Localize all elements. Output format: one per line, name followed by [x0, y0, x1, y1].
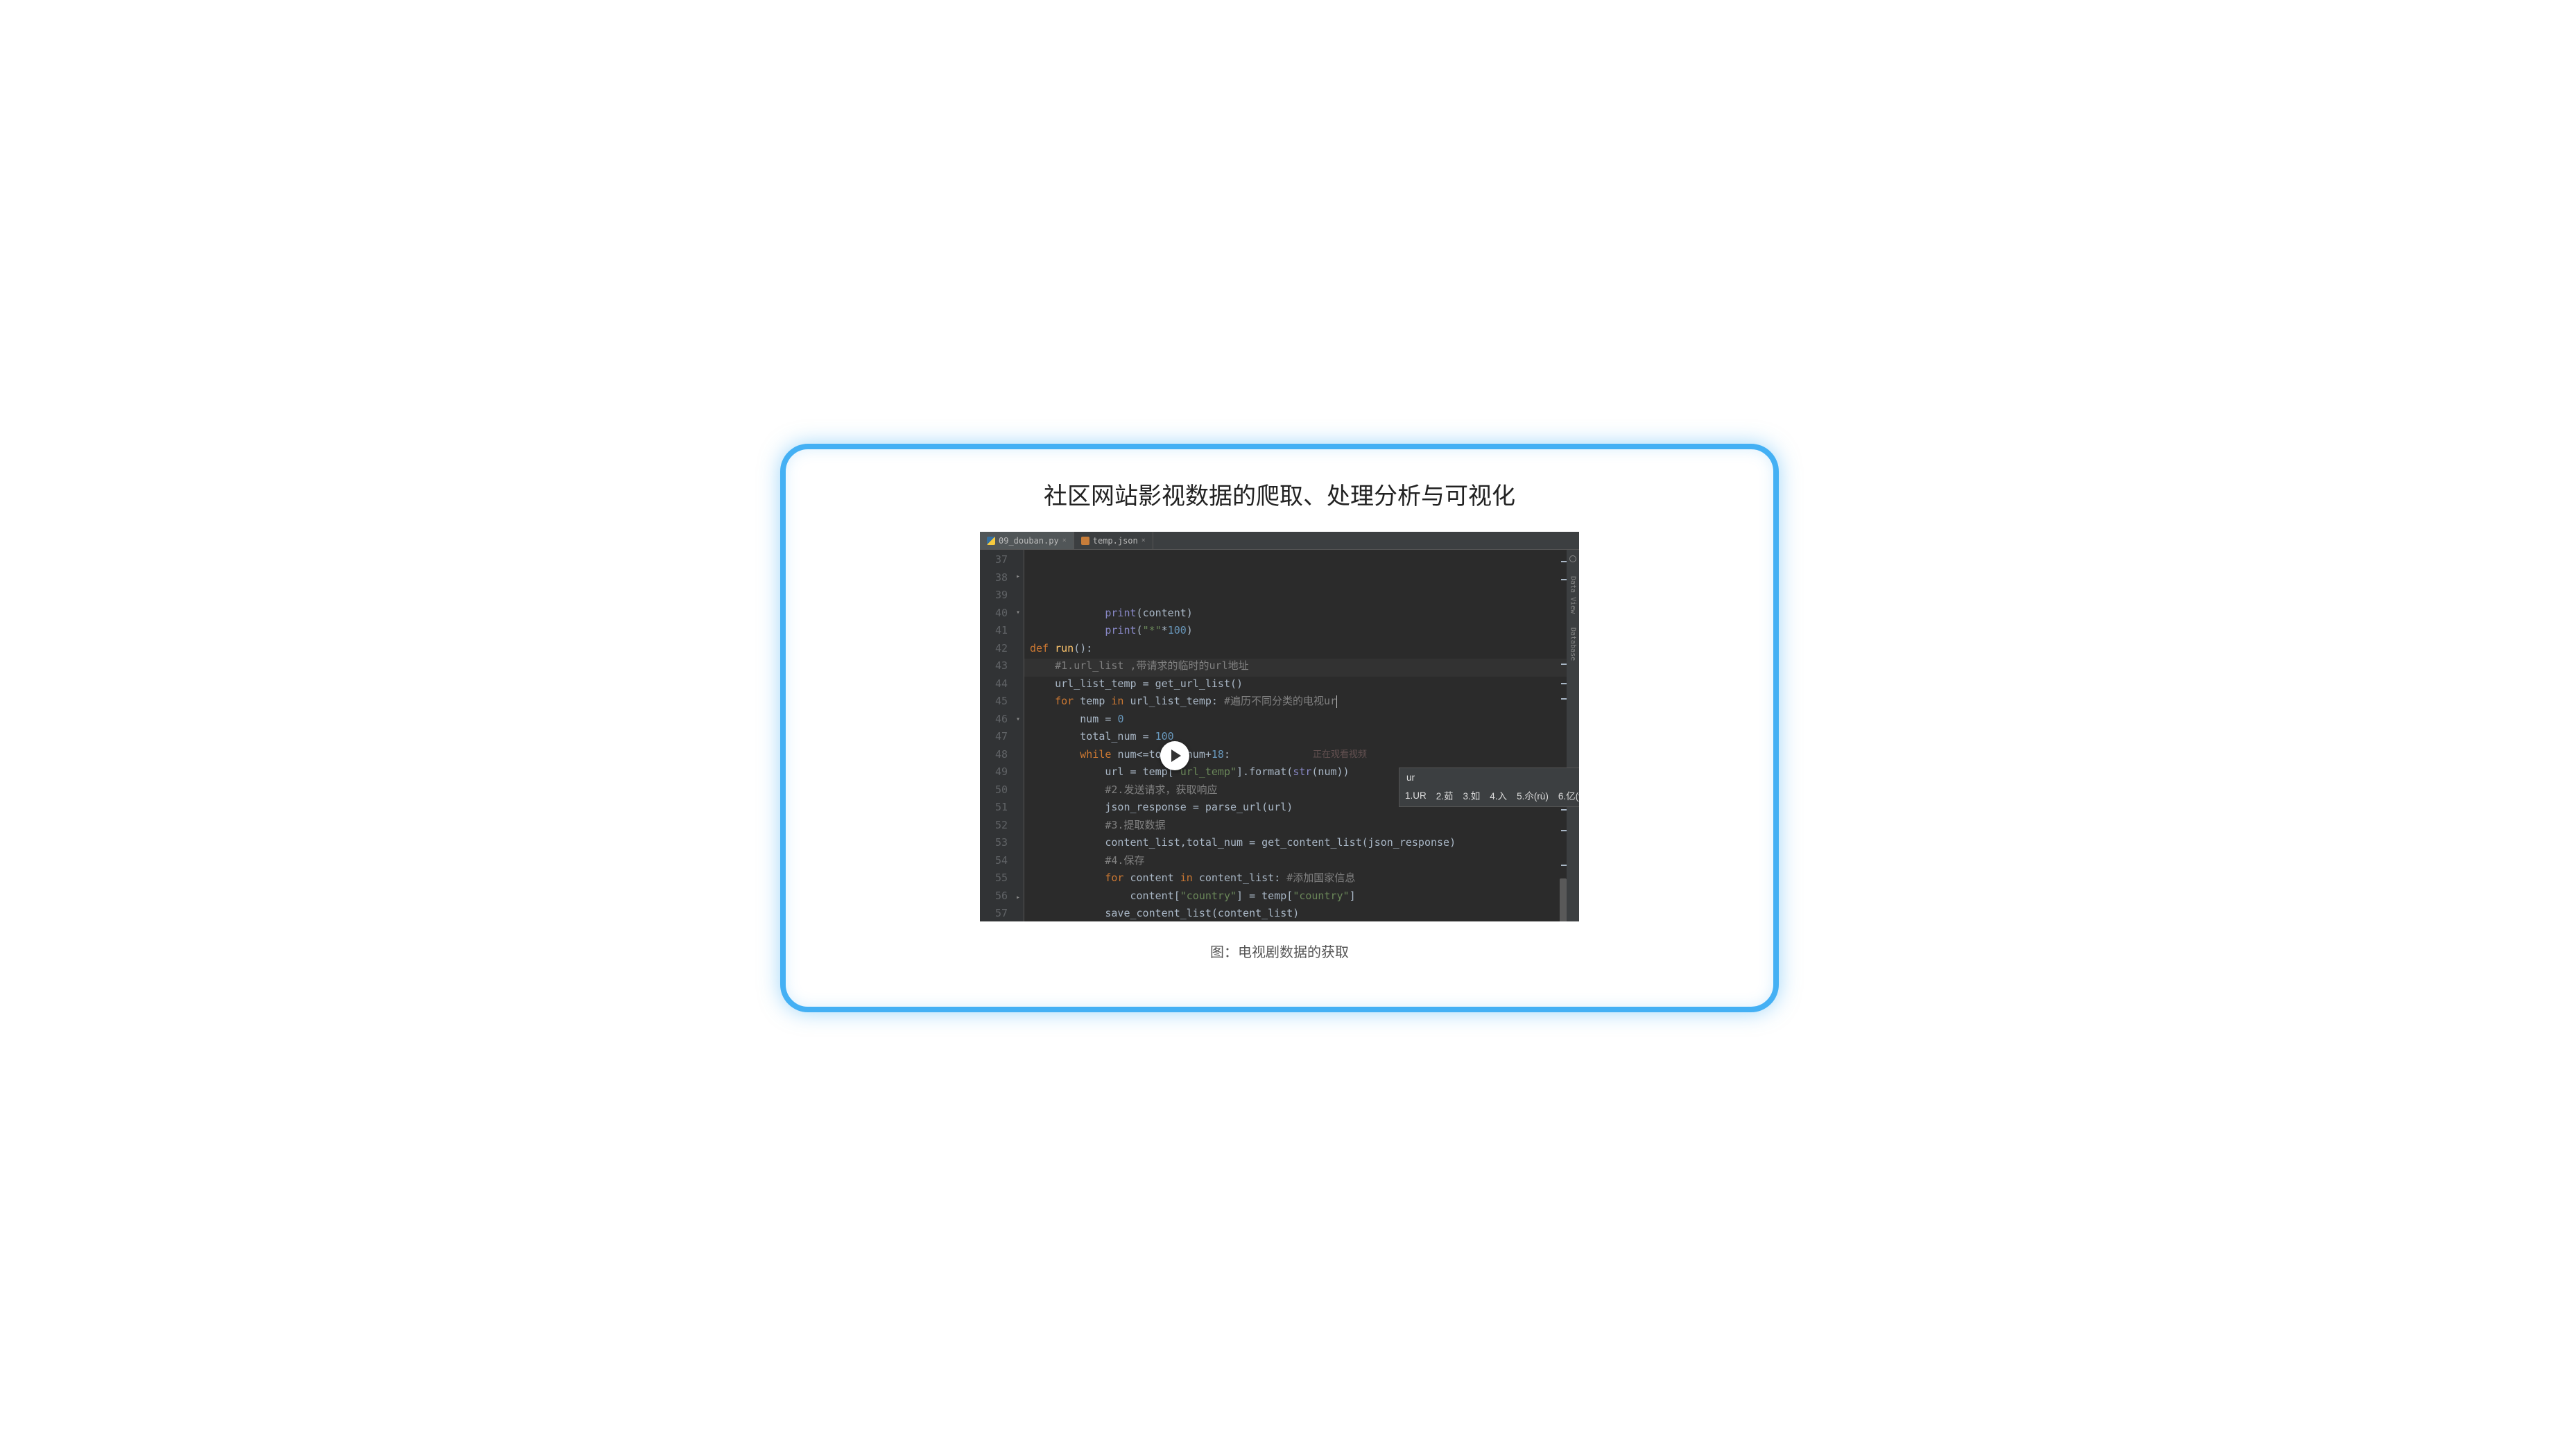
ime-candidate[interactable]: 3.如 [1463, 788, 1481, 802]
line-number-gutter: 3738394041424344454647484950515253545556… [980, 550, 1015, 921]
ime-candidate[interactable]: 5.尒(rù) [1517, 788, 1549, 802]
tab-label: 09_douban.py [999, 536, 1059, 546]
play-video-button[interactable] [1160, 741, 1189, 770]
tab-json-file[interactable]: temp.json × [1074, 532, 1153, 549]
close-icon[interactable]: × [1141, 537, 1146, 544]
ime-candidate[interactable]: 1.UR [1405, 790, 1427, 801]
eye-icon[interactable] [1569, 555, 1576, 562]
ime-candidate[interactable]: 2.茹 [1436, 788, 1454, 802]
ime-input-text: ur [1405, 771, 1579, 788]
ime-candidate-popup[interactable]: ur 1.UR2.茹3.如4.入5.尒(rù)6.亿(yì)7.丒(chǒu)8… [1399, 768, 1579, 807]
editor-tabs: 09_douban.py × temp.json × [980, 532, 1579, 550]
fold-mark-icon[interactable]: ▾ [1016, 716, 1023, 723]
code-content[interactable]: print(content) print("*"*100)def run(): … [1024, 550, 1579, 921]
slide-frame: 社区网站影视数据的爬取、处理分析与可视化 09_douban.py × temp… [780, 444, 1779, 1012]
fold-mark-icon[interactable]: ▾ [1016, 609, 1023, 616]
ime-candidate-list[interactable]: 1.UR2.茹3.如4.入5.尒(rù)6.亿(yì)7.丒(chǒu)8.什(… [1405, 788, 1579, 802]
tab-python-file[interactable]: 09_douban.py × [980, 532, 1074, 549]
figure-caption: 图：电视剧数据的获取 [1210, 941, 1349, 961]
fold-mark-icon[interactable]: ▸ [1016, 894, 1023, 901]
code-editor: 09_douban.py × temp.json × 3738394041424… [980, 532, 1579, 921]
python-file-icon [987, 537, 995, 545]
close-icon[interactable]: × [1062, 537, 1067, 544]
ime-candidate[interactable]: 6.亿(yì) [1558, 788, 1579, 802]
json-file-icon [1081, 537, 1089, 545]
ime-candidate[interactable]: 4.入 [1490, 788, 1507, 802]
tab-label: temp.json [1093, 536, 1138, 546]
fold-column: ▸ ▾ ▾ ▸ [1015, 550, 1024, 921]
fold-mark-icon[interactable]: ▸ [1016, 573, 1023, 580]
video-watermark: 正在观看视频 [1313, 747, 1367, 760]
code-area[interactable]: 3738394041424344454647484950515253545556… [980, 550, 1579, 921]
slide-title: 社区网站影视数据的爬取、处理分析与可视化 [1044, 477, 1515, 511]
